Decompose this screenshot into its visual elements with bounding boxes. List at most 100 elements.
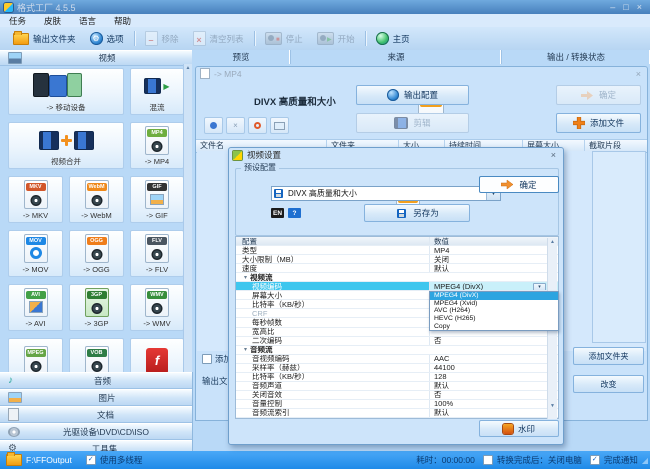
change-button[interactable]: 改变 — [573, 375, 644, 393]
output-folder-button[interactable]: 输出文件夹 — [6, 29, 83, 48]
setting-row-audio-bitrate[interactable]: 比特率（KB/秒） 128 — [236, 373, 558, 382]
multithread-checkbox[interactable]: ✓ — [86, 455, 96, 465]
tile-video-join[interactable]: 视频合并 — [8, 122, 124, 169]
threegp-file-icon: 3GP — [70, 285, 123, 319]
save-as-button[interactable]: 另存为 — [364, 204, 470, 222]
cut-option-button[interactable]: × — [226, 117, 245, 134]
mpeg-file-icon: MPEG — [9, 339, 62, 372]
setting-row-sample-rate[interactable]: 采样率（赫兹） 44100 — [236, 364, 558, 373]
tile-to-webm[interactable]: WebM -> WebM — [69, 176, 124, 223]
sidebar-section-picture[interactable]: 图片 — [0, 389, 192, 406]
webm-file-icon: WebM — [70, 177, 123, 211]
tile-to-gif[interactable]: GIF -> GIF — [130, 176, 184, 223]
save-as-floppy-icon — [397, 209, 406, 218]
close-button[interactable]: × — [637, 2, 642, 12]
sidebar-section-audio[interactable]: ♪ 音频 — [0, 372, 192, 389]
add-folder-button[interactable]: 添加文件夹 — [573, 347, 644, 365]
setting-row-size-limit[interactable]: 大小限制（MB） 关闭 — [236, 255, 558, 264]
setting-group-video-stream[interactable]: ▾视频流 — [236, 273, 558, 282]
toolbar-separator — [254, 31, 255, 46]
tile-to-mobile-device[interactable]: -> 移动设备 — [8, 68, 124, 115]
menu-language[interactable]: 语言 — [70, 15, 105, 27]
column-source[interactable]: 来源 — [291, 50, 502, 64]
sidebar-section-disc[interactable]: 光驱设备\DVD\CD\ISO — [0, 423, 192, 440]
sidebar-section-document[interactable]: 文档 — [0, 406, 192, 423]
title-bar[interactable]: 格式工厂 4.5.5 – □ × — [0, 0, 650, 14]
codec-option-copy[interactable]: Copy — [430, 322, 558, 330]
scroll-up-icon[interactable]: ▲ — [186, 65, 191, 71]
add-file-button[interactable]: 添加文件 — [556, 113, 641, 133]
column-output-status[interactable]: 输出 / 转换状态 — [502, 50, 650, 64]
help-button[interactable]: ? — [288, 208, 301, 218]
codec-option-hevc[interactable]: HEVC (H265) — [430, 315, 558, 323]
notify-checkbox[interactable]: ✓ — [590, 455, 600, 465]
audio-option-button[interactable] — [204, 117, 223, 134]
watermark-button[interactable]: 水印 — [479, 420, 559, 437]
scroll-up-icon[interactable]: ▲ — [548, 239, 557, 245]
options-button[interactable]: ⚙ 选项 — [83, 29, 131, 48]
tile-to-ogg[interactable]: OGG -> OGG — [69, 230, 124, 277]
tile-to-avi[interactable]: AVI -> AVI — [8, 284, 63, 331]
setting-row-video-codec[interactable]: 视频编码 MPEG4 (DivX) ▾ — [236, 282, 558, 291]
tile-to-wmv[interactable]: WMV -> WMV — [130, 284, 184, 331]
setting-group-audio-stream[interactable]: ▾音频流 — [236, 346, 558, 355]
minimize-button[interactable]: – — [610, 2, 615, 12]
gif-file-icon: GIF — [131, 177, 183, 211]
clear-list-icon: × — [193, 31, 206, 46]
dialog-ok-button[interactable]: 确定 — [479, 176, 559, 193]
sidebar-accordion: ♪ 音频 图片 文档 光驱设备\DVD\CD\ISO ⚙ 工具集 — [0, 372, 193, 457]
tile-to-mov[interactable]: MOV -> MOV — [8, 230, 63, 277]
language-en-button[interactable]: EN — [271, 208, 284, 218]
column-preview[interactable]: 预览 — [192, 50, 291, 64]
codec-dropdown-button[interactable]: ▾ — [533, 283, 546, 290]
output-config-button[interactable]: 输出配置 — [356, 85, 469, 105]
plus-icon — [573, 117, 585, 129]
codec-option-avc[interactable]: AVC (H264) — [430, 307, 558, 315]
setting-row-type[interactable]: 类型 MP4 — [236, 246, 558, 255]
home-button[interactable]: 主页 — [369, 29, 417, 48]
screen-option-button[interactable] — [270, 117, 289, 134]
tile-to-vob[interactable]: VOB — [69, 338, 124, 372]
maximize-button[interactable]: □ — [623, 2, 628, 12]
tile-to-swf[interactable]: f — [130, 338, 184, 372]
start-button[interactable]: ▶ 开始 — [310, 29, 362, 48]
tile-to-mkv[interactable]: MKV -> MKV — [8, 176, 63, 223]
codec-option-divx[interactable]: MPEG4 (DivX) — [430, 292, 558, 300]
convert-window-titlebar[interactable]: -> MP4 × — [196, 67, 647, 80]
setting-row-audio-stream-index[interactable]: 音频流索引 默认 — [236, 409, 558, 418]
convert-window-close-icon[interactable]: × — [636, 69, 641, 79]
tile-to-mp4[interactable]: MP4 -> MP4 — [130, 122, 184, 169]
output-path[interactable]: F:\FFOutput — [26, 455, 72, 465]
dialog-titlebar[interactable]: 视频设置 × — [229, 148, 563, 162]
setting-row-audio-codec[interactable]: 音视频编码 AAC — [236, 355, 558, 364]
multithread-label: 使用多线程 — [100, 454, 143, 466]
clear-list-button[interactable]: × 清空列表 — [186, 29, 251, 48]
setting-row-volume-control[interactable]: 音量控制 100% — [236, 400, 558, 409]
tile-to-flv[interactable]: FLV -> FLV — [130, 230, 184, 277]
format-factory-window: 格式工厂 4.5.5 – □ × 任务 皮肤 语言 帮助 输出文件夹 ⚙ 选项 … — [0, 0, 650, 469]
shutdown-checkbox[interactable] — [483, 455, 493, 465]
convert-ok-button[interactable]: 确定 — [556, 85, 641, 105]
remove-button[interactable]: – 移除 — [138, 29, 186, 48]
setting-row-two-pass[interactable]: 二次编码 否 — [236, 337, 558, 346]
scroll-down-icon[interactable]: ▼ — [548, 403, 557, 409]
menu-help[interactable]: 帮助 — [105, 15, 140, 27]
tile-to-mpeg[interactable]: MPEG — [8, 338, 63, 372]
dialog-close-icon[interactable]: × — [551, 150, 556, 160]
sidebar-scrollbar[interactable]: ▲ — [183, 64, 192, 372]
record-option-button[interactable] — [248, 117, 267, 134]
preset-combobox[interactable]: DIVX 高质量和大小 ▼ — [271, 186, 501, 201]
clip-button[interactable]: 剪辑 — [356, 113, 469, 133]
setting-row-speed[interactable]: 速度 默认 — [236, 264, 558, 273]
vob-file-icon: VOB — [70, 339, 123, 372]
codec-option-xvid[interactable]: MPEG4 (Xvid) — [430, 300, 558, 308]
stop-button[interactable]: ■ 停止 — [258, 29, 310, 48]
menu-task[interactable]: 任务 — [0, 15, 35, 27]
menu-skin[interactable]: 皮肤 — [35, 15, 70, 27]
setting-row-disable-audio[interactable]: 关闭音效 否 — [236, 391, 558, 400]
notify-label: 完成通知 — [604, 454, 638, 466]
tile-mux[interactable]: ▶ 混流 — [130, 68, 184, 115]
tile-to-3gp[interactable]: 3GP -> 3GP — [69, 284, 124, 331]
resize-grip-icon[interactable]: ◢ — [642, 456, 648, 465]
setting-row-audio-channels[interactable]: 音频声道 默认 — [236, 382, 558, 391]
